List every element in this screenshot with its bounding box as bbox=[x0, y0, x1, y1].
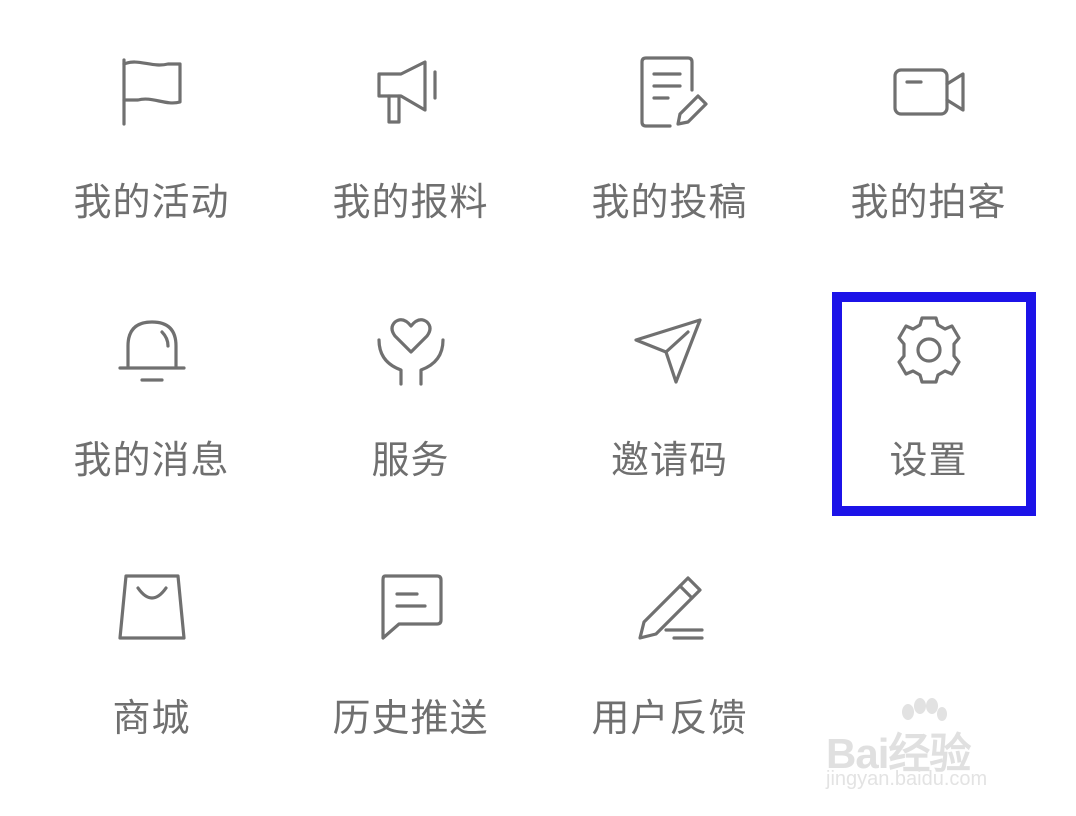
menu-item-label: 我的拍客 bbox=[850, 180, 1007, 224]
baidu-jingyan-watermark: Bai经验 jingyan.baidu.com bbox=[826, 698, 1026, 800]
megaphone-icon bbox=[371, 52, 451, 132]
menu-item-submissions[interactable]: 我的投稿 bbox=[540, 0, 799, 258]
menu-item-label: 我的投稿 bbox=[591, 180, 748, 224]
menu-grid: 我的活动 我的报料 我的投稿 我的拍客 我的消息 服务 邀请码 设置 商城 历史… bbox=[22, 0, 1058, 780]
pencil-icon bbox=[630, 568, 710, 648]
menu-item-settings[interactable]: 设置 bbox=[799, 258, 1058, 516]
bell-icon bbox=[112, 310, 192, 390]
menu-item-push-history[interactable]: 历史推送 bbox=[281, 516, 540, 774]
menu-item-activities[interactable]: 我的活动 bbox=[22, 0, 281, 258]
flag-icon bbox=[112, 52, 192, 132]
watermark-url: jingyan.baidu.com bbox=[826, 768, 988, 790]
document-edit-icon bbox=[630, 52, 710, 132]
menu-item-label: 设置 bbox=[889, 438, 968, 482]
menu-item-label: 用户反馈 bbox=[591, 696, 748, 740]
menu-item-reporter[interactable]: 我的拍客 bbox=[799, 0, 1058, 258]
menu-item-label: 商城 bbox=[112, 696, 191, 740]
menu-item-reports[interactable]: 我的报料 bbox=[281, 0, 540, 258]
menu-item-label: 我的活动 bbox=[73, 180, 230, 224]
menu-item-label: 我的报料 bbox=[332, 180, 489, 224]
menu-item-label: 服务 bbox=[371, 438, 450, 482]
menu-item-label: 邀请码 bbox=[610, 438, 728, 482]
video-camera-icon bbox=[889, 52, 969, 132]
menu-item-label: 历史推送 bbox=[332, 696, 489, 740]
gear-icon bbox=[889, 310, 969, 390]
menu-item-invite-code[interactable]: 邀请码 bbox=[540, 258, 799, 516]
menu-item-mall[interactable]: 商城 bbox=[22, 516, 281, 774]
menu-item-feedback[interactable]: 用户反馈 bbox=[540, 516, 799, 774]
shopping-bag-icon bbox=[112, 568, 192, 648]
menu-item-label: 我的消息 bbox=[73, 438, 230, 482]
send-icon bbox=[630, 310, 710, 390]
heart-hands-icon bbox=[371, 310, 451, 390]
message-icon bbox=[371, 568, 451, 648]
menu-item-services[interactable]: 服务 bbox=[281, 258, 540, 516]
menu-item-messages[interactable]: 我的消息 bbox=[22, 258, 281, 516]
